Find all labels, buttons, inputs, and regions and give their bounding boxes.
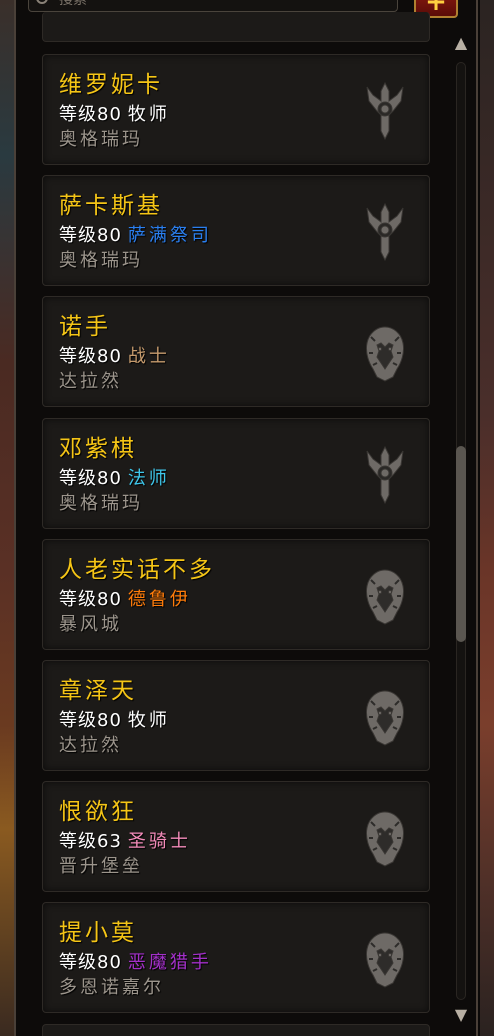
scroll-down-arrow-icon[interactable]: ▼ <box>452 1007 470 1023</box>
character-card[interactable]: 诺手 等级80 战士 达拉然 <box>42 296 430 407</box>
scroll-up-arrow-icon[interactable]: ▲ <box>452 35 470 51</box>
character-level: 等级80 <box>59 346 122 367</box>
character-realm: 多恩诺嘉尔 <box>59 977 164 998</box>
character-class: 德鲁伊 <box>127 589 191 610</box>
character-realm: 奥格瑞玛 <box>59 250 143 271</box>
character-level: 等级63 <box>59 831 122 852</box>
character-level-line: 等级80 恶魔猎手 <box>59 948 212 974</box>
character-name: 人老实话不多 <box>59 557 215 583</box>
character-level-line: 等级63 圣骑士 <box>59 827 191 853</box>
character-realm: 奥格瑞玛 <box>59 129 143 150</box>
character-level: 等级80 <box>59 468 122 489</box>
character-class: 牧师 <box>127 104 170 125</box>
character-level-line: 等级80 牧师 <box>59 100 170 126</box>
background-art-right <box>480 0 494 1036</box>
character-class: 法师 <box>127 468 170 489</box>
search-input[interactable]: 搜索 <box>28 0 398 12</box>
character-realm: 晋升堡垒 <box>59 856 143 877</box>
character-level-line: 等级80 法师 <box>59 464 170 490</box>
character-level: 等级80 <box>59 104 122 125</box>
character-level-line: 等级80 德鲁伊 <box>59 585 191 611</box>
character-card[interactable]: 萨卡斯基 等级80 萨满祭司 奥格瑞玛 <box>42 175 430 286</box>
character-card-partial[interactable] <box>42 1024 430 1036</box>
alliance-icon <box>363 323 407 383</box>
character-card[interactable]: 恨欲狂 等级63 圣骑士 晋升堡垒 <box>42 781 430 892</box>
character-class: 萨满祭司 <box>127 225 212 246</box>
character-class: 牧师 <box>127 710 170 731</box>
character-card[interactable]: 人老实话不多 等级80 德鲁伊 暴风城 <box>42 539 430 650</box>
character-level: 等级80 <box>59 952 122 973</box>
character-card-partial[interactable] <box>42 12 430 42</box>
alliance-icon <box>363 687 407 747</box>
character-class: 恶魔猎手 <box>127 952 212 973</box>
character-card[interactable]: 邓紫棋 等级80 法师 奥格瑞玛 <box>42 418 430 529</box>
character-name: 萨卡斯基 <box>59 193 163 219</box>
character-level-line: 等级80 战士 <box>59 342 170 368</box>
character-name: 恨欲狂 <box>59 799 137 825</box>
character-name: 维罗妮卡 <box>59 72 163 98</box>
character-card[interactable]: 章泽天 等级80 牧师 达拉然 <box>42 660 430 771</box>
character-name: 提小莫 <box>59 920 137 946</box>
character-realm: 暴风城 <box>59 614 122 635</box>
horde-icon <box>363 202 407 262</box>
character-name: 章泽天 <box>59 678 137 704</box>
character-realm: 奥格瑞玛 <box>59 493 143 514</box>
character-realm: 达拉然 <box>59 371 122 392</box>
character-card[interactable]: 维罗妮卡 等级80 牧师 奥格瑞玛 <box>42 54 430 165</box>
character-class: 圣骑士 <box>127 831 191 852</box>
character-level: 等级80 <box>59 225 122 246</box>
character-name: 邓紫棋 <box>59 436 137 462</box>
horde-icon <box>363 81 407 141</box>
character-name: 诺手 <box>59 314 111 340</box>
character-level: 等级80 <box>59 710 122 731</box>
horde-icon <box>363 445 407 505</box>
alliance-icon <box>363 808 407 868</box>
character-level-line: 等级80 牧师 <box>59 706 170 732</box>
character-level-line: 等级80 萨满祭司 <box>59 221 212 247</box>
alliance-icon <box>363 929 407 989</box>
scrollbar-thumb[interactable] <box>456 446 466 642</box>
alliance-icon <box>363 566 407 626</box>
character-card[interactable]: 提小莫 等级80 恶魔猎手 多恩诺嘉尔 <box>42 902 430 1013</box>
character-class: 战士 <box>127 346 170 367</box>
character-realm: 达拉然 <box>59 735 122 756</box>
character-level: 等级80 <box>59 589 122 610</box>
